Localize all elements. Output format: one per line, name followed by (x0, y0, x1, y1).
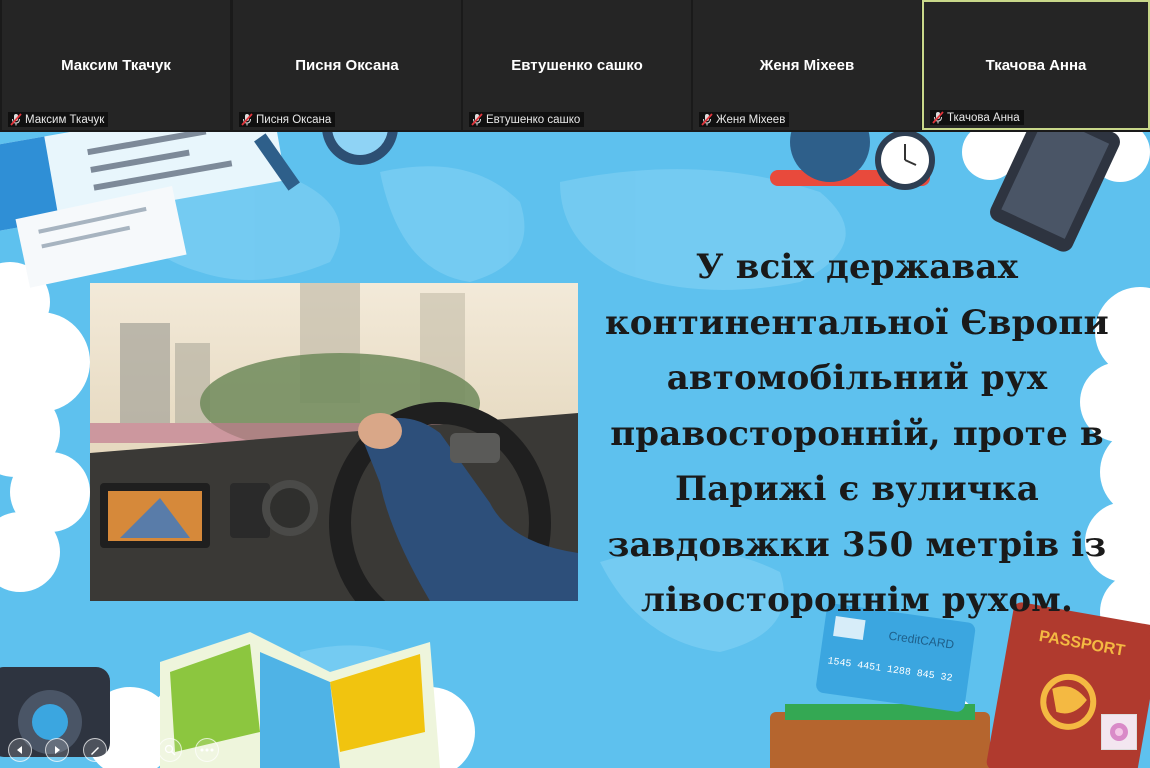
participant-tile[interactable]: Евтушенко сашко Евтушенко сашко (463, 0, 691, 130)
mic-muted-icon (241, 113, 253, 126)
participant-name: Евтушенко сашко (511, 57, 643, 74)
slide-text-line: завдовжки 350 метрів із (607, 524, 1107, 565)
mic-muted-icon (701, 113, 713, 126)
watch-icon (770, 132, 935, 190)
participant-label-text: Максим Ткачук (25, 113, 105, 126)
participant-label: Максим Ткачук (8, 112, 109, 127)
participant-label-text: Ткачова Анна (947, 111, 1020, 124)
participant-label-text: Евтушенко сашко (486, 113, 581, 126)
previous-icon (17, 746, 22, 754)
mic-muted-icon (471, 113, 483, 126)
slide-text-line: правосторонній, проте в (610, 413, 1104, 454)
slide-text-line: У всіх державах (695, 247, 1019, 287)
participant-label-text: Писня Оксана (256, 113, 332, 126)
slide-title-text: У всіх державах континентальної Європи а… (592, 240, 1122, 629)
participant-label: Евтушенко сашко (469, 112, 585, 127)
slide-text-line: континентальної Європи (605, 302, 1109, 343)
slide-photo (90, 283, 578, 601)
zoom-button[interactable] (158, 738, 182, 762)
mic-muted-icon (932, 111, 944, 124)
next-slide-button[interactable] (45, 738, 69, 762)
zoom-icon (164, 744, 176, 756)
participant-name: Ткачова Анна (985, 57, 1087, 74)
participant-tile[interactable]: Женя Міхеев Женя Міхеев (693, 0, 921, 130)
presenter-thumbnail[interactable] (1101, 714, 1137, 750)
slides-icon (126, 744, 138, 756)
slide-text-line: лівостороннім рухом. (640, 580, 1073, 620)
participant-label: Писня Оксана (239, 112, 336, 127)
wallet-icon (770, 704, 990, 768)
magnifier-icon (322, 132, 398, 165)
more-icon (200, 748, 214, 752)
participant-name: Писня Оксана (295, 57, 399, 74)
participant-tile[interactable]: Писня Оксана Писня Оксана (233, 0, 461, 130)
participant-label-text: Женя Міхеев (716, 113, 786, 126)
previous-slide-button[interactable] (8, 738, 32, 762)
more-options-button[interactable] (195, 738, 219, 762)
see-all-slides-button[interactable] (120, 738, 144, 762)
participant-name: Женя Міхеев (759, 57, 855, 74)
participant-tile[interactable]: Максим Ткачук Максим Ткачук (2, 0, 230, 130)
participant-name: Максим Ткачук (61, 57, 171, 74)
participant-label: Женя Міхеев (699, 112, 790, 127)
participant-label: Ткачова Анна (930, 110, 1024, 125)
pen-icon (91, 747, 99, 755)
mic-muted-icon (10, 113, 22, 126)
slide-text-line: автомобільний рух (666, 358, 1048, 398)
shared-slide: CreditCARD 1545 4451 1288 845 32 PASSPOR… (0, 132, 1150, 768)
pen-button[interactable] (83, 738, 107, 762)
participant-tile-active[interactable]: Ткачова Анна Ткачова Анна (922, 0, 1150, 130)
slide-text-line: Парижі є вуличка (674, 469, 1039, 509)
flower-icon (1110, 723, 1128, 741)
participant-strip: Максим Ткачук Максим Ткачук Писня Оксана… (0, 0, 1150, 132)
next-icon (55, 746, 60, 754)
